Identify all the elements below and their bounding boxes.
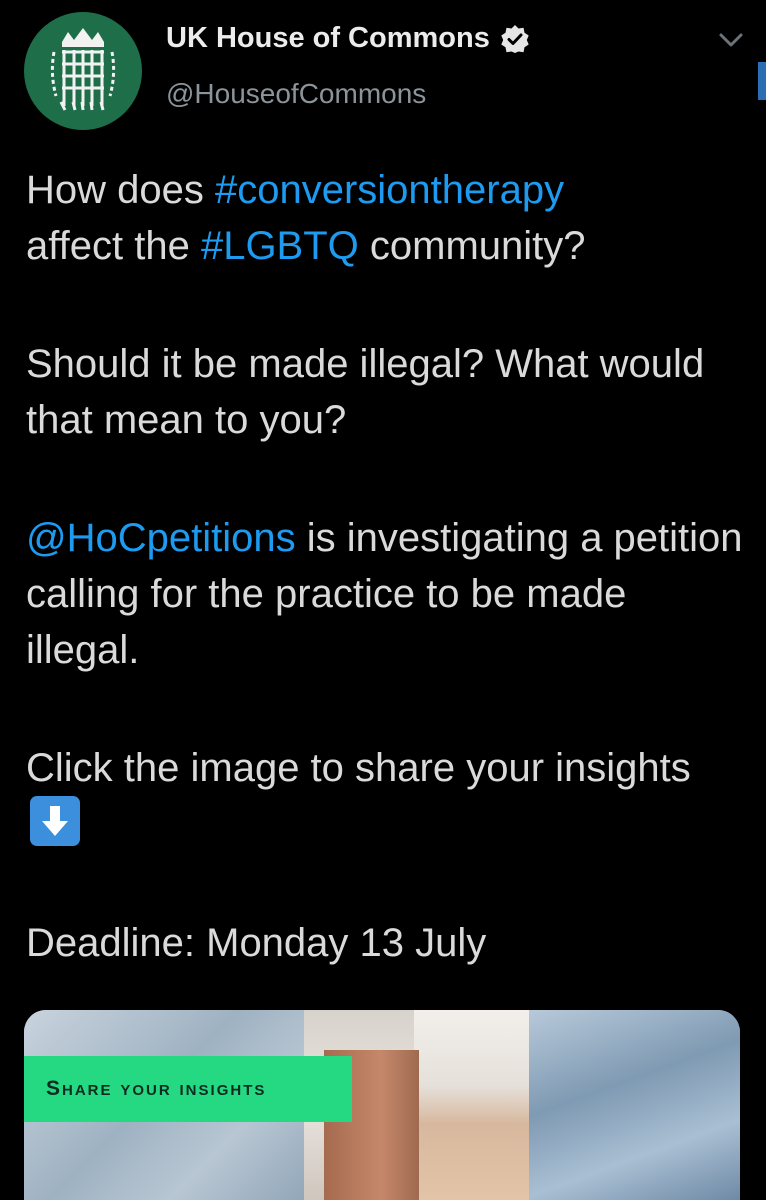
text-segment: affect the: [26, 224, 201, 268]
text-segment: Click the image to share your insights: [26, 746, 691, 790]
text-segment: How does: [26, 168, 215, 212]
mention-hocpetitions[interactable]: @HoCpetitions: [26, 516, 296, 560]
verified-badge-icon: [500, 24, 530, 54]
tweet-paragraph-5: Deadline: Monday 13 July: [26, 921, 487, 965]
tweet-paragraph-3: @HoCpetitions is investigating a petitio…: [26, 510, 746, 678]
down-arrow-emoji-icon: [30, 796, 80, 846]
tweet-text: How does #conversiontherapy affect the #…: [26, 162, 746, 1033]
hashtag-conversiontherapy[interactable]: #conversiontherapy: [215, 168, 564, 212]
portcullis-logo: [50, 28, 116, 111]
handle[interactable]: @HouseofCommons: [166, 78, 426, 110]
account-name-row[interactable]: UK House of Commons: [166, 22, 530, 55]
display-name[interactable]: UK House of Commons: [166, 22, 490, 55]
avatar[interactable]: [24, 12, 142, 130]
tweet-media-image[interactable]: Share your insights: [24, 1010, 740, 1200]
text-segment: community?: [358, 224, 586, 268]
tweet-paragraph-2: Should it be made illegal? What would th…: [26, 342, 705, 442]
share-insights-label: Share your insights: [46, 1077, 267, 1100]
tweet-paragraph-1: How does #conversiontherapy affect the #…: [26, 162, 746, 274]
hashtag-lgbtq[interactable]: #LGBTQ: [201, 224, 359, 268]
photo-shirt: [409, 1010, 539, 1200]
tweet-paragraph-4: Click the image to share your insights: [26, 740, 746, 853]
chevron-down-icon[interactable]: [718, 30, 744, 50]
scrollbar[interactable]: [758, 62, 766, 100]
share-insights-badge[interactable]: Share your insights: [24, 1056, 352, 1122]
photo-denim-right: [529, 1010, 740, 1200]
